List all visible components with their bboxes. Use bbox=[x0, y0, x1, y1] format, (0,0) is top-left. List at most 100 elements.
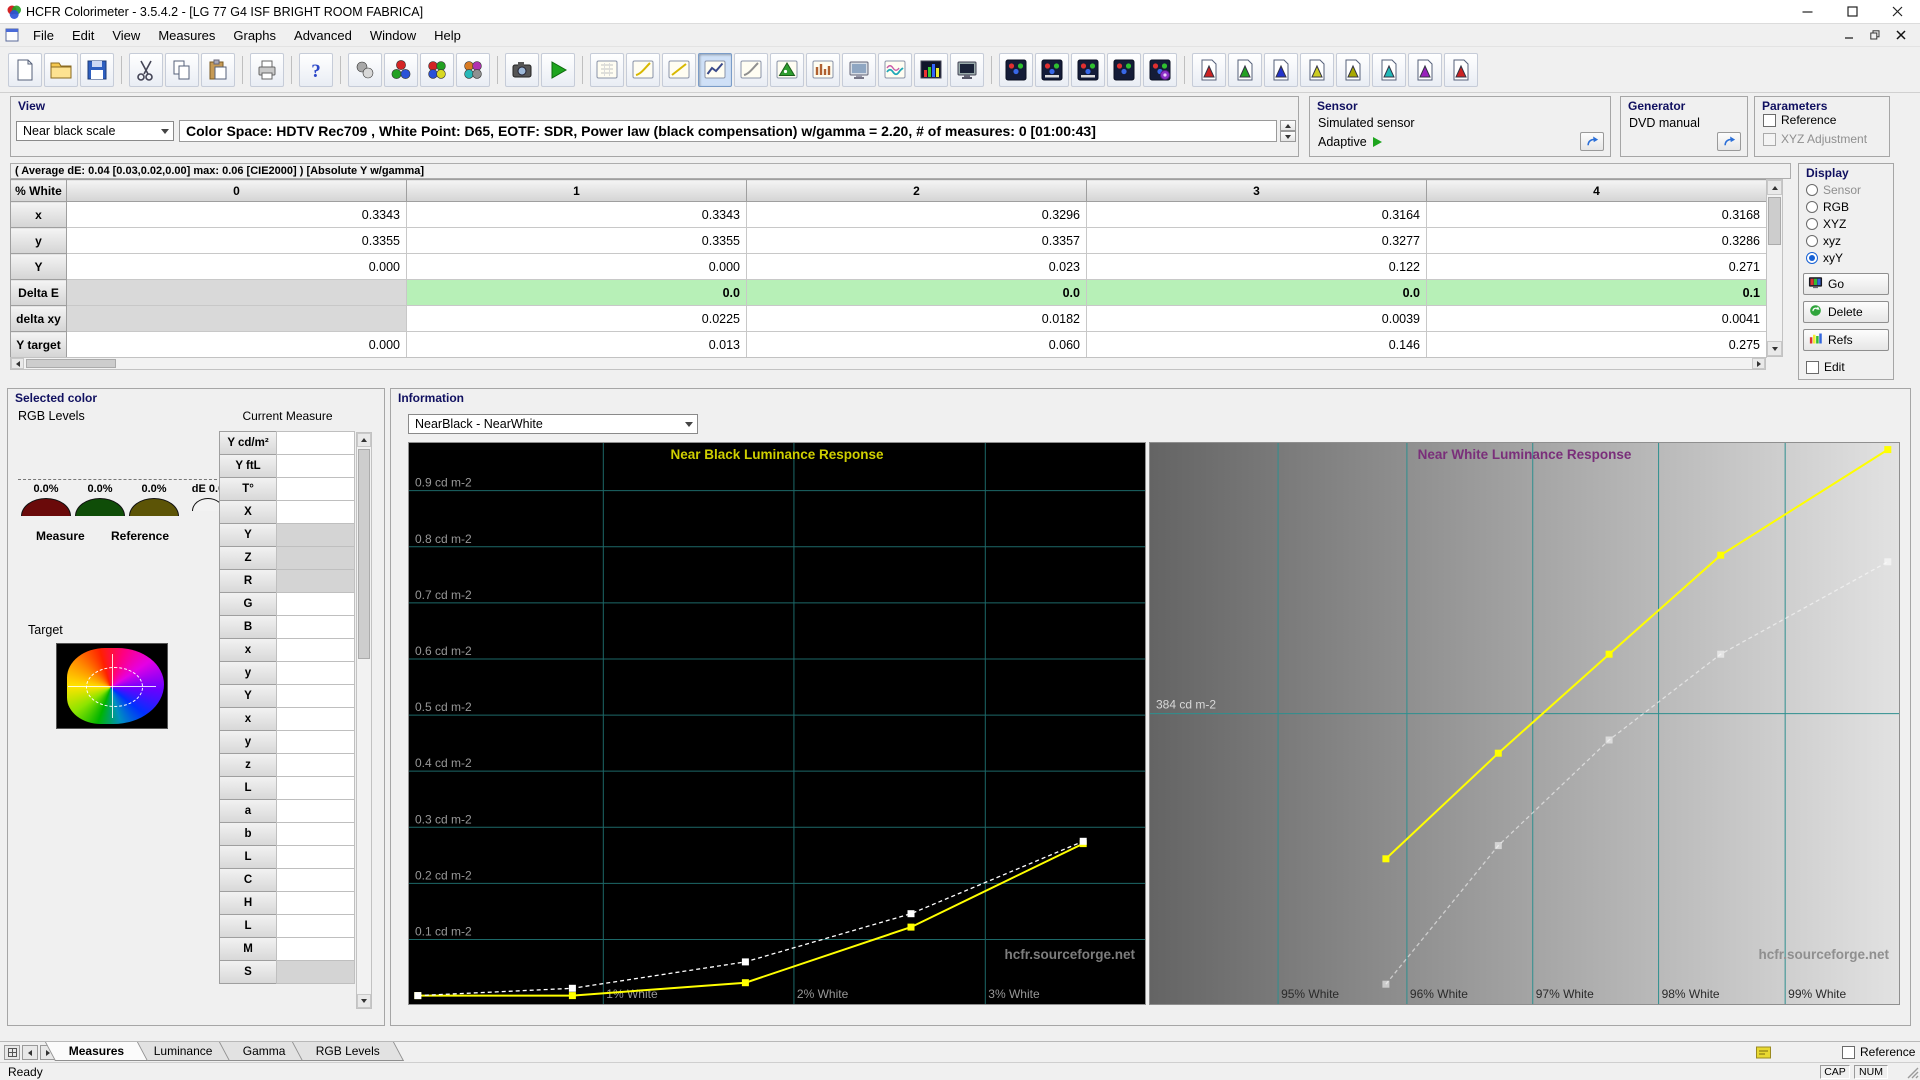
mdi-minimize-button[interactable] bbox=[1836, 25, 1862, 45]
display-radio-rgb[interactable]: RGB bbox=[1806, 200, 1861, 213]
measure-cell[interactable]: 0.3343 bbox=[407, 202, 747, 228]
open-file-icon[interactable] bbox=[44, 53, 78, 87]
display-radio-xyy[interactable]: xyY bbox=[1806, 251, 1861, 264]
refs-button[interactable]: Refs bbox=[1803, 329, 1889, 351]
crt-view-icon[interactable] bbox=[842, 53, 876, 87]
cie-diagram-view-icon[interactable] bbox=[770, 53, 804, 87]
maximize-button[interactable] bbox=[1830, 0, 1875, 24]
menu-measures[interactable]: Measures bbox=[149, 24, 224, 47]
mdi-restore-button[interactable] bbox=[1862, 25, 1888, 45]
measure-cell[interactable]: 0.3168 bbox=[1427, 202, 1767, 228]
scroll-left-button[interactable] bbox=[11, 358, 24, 369]
cut-icon[interactable] bbox=[129, 53, 163, 87]
measure-cell[interactable]: 0.3164 bbox=[1087, 202, 1427, 228]
column-header[interactable]: 1 bbox=[407, 180, 747, 202]
scroll-right-button[interactable] bbox=[1752, 358, 1765, 369]
scroll-thumb[interactable] bbox=[358, 449, 370, 659]
display-radio-sensor[interactable]: Sensor bbox=[1806, 183, 1861, 196]
edit-checkbox[interactable] bbox=[1806, 361, 1819, 374]
sensor-config-button[interactable] bbox=[1580, 132, 1604, 151]
measure-cell[interactable]: 0.3296 bbox=[747, 202, 1087, 228]
palette-icon[interactable] bbox=[1756, 1045, 1771, 1060]
measure-cell[interactable]: 0.122 bbox=[1087, 254, 1427, 280]
temperature-view-icon[interactable] bbox=[806, 53, 840, 87]
measure-cell[interactable]: 0.0 bbox=[407, 280, 747, 306]
previous-tab-button[interactable] bbox=[22, 1045, 38, 1060]
measure-blue-icon[interactable] bbox=[1264, 53, 1298, 87]
scale-select[interactable]: Near black scale bbox=[16, 121, 174, 141]
print-icon[interactable] bbox=[250, 53, 284, 87]
menu-advanced[interactable]: Advanced bbox=[285, 24, 361, 47]
column-header[interactable]: 0 bbox=[67, 180, 407, 202]
minimize-button[interactable] bbox=[1785, 0, 1830, 24]
measure-cell[interactable]: 0.0041 bbox=[1427, 306, 1767, 332]
rgb-tracking-view-icon[interactable] bbox=[878, 53, 912, 87]
tab-measures[interactable]: Measures bbox=[45, 1042, 148, 1061]
display-radio-xyz[interactable]: XYZ bbox=[1806, 217, 1861, 230]
nearblack-nearwhite-view-icon[interactable] bbox=[698, 53, 732, 87]
measure-cell[interactable]: 0.0182 bbox=[747, 306, 1087, 332]
measure-cell[interactable]: 0.023 bbox=[747, 254, 1087, 280]
measure-all-icon[interactable] bbox=[1143, 53, 1177, 87]
free-monitor-view-icon[interactable] bbox=[950, 53, 984, 87]
measure-cell[interactable]: 0.3355 bbox=[407, 228, 747, 254]
luminance-scale-view-icon[interactable] bbox=[626, 53, 660, 87]
measure-cell[interactable]: 0.0039 bbox=[1087, 306, 1427, 332]
saturations-measures-icon[interactable] bbox=[456, 53, 490, 87]
measure-nearblack-icon[interactable] bbox=[1035, 53, 1069, 87]
go-button[interactable]: Go bbox=[1803, 273, 1889, 295]
menu-file[interactable]: File bbox=[24, 24, 63, 47]
table-horizontal-scrollbar[interactable] bbox=[10, 357, 1766, 370]
copy-icon[interactable] bbox=[165, 53, 199, 87]
spin-down-button[interactable] bbox=[1280, 131, 1296, 142]
primaries-measures-icon[interactable] bbox=[420, 53, 454, 87]
measures-grid-view-icon[interactable] bbox=[590, 53, 624, 87]
resize-grip[interactable] bbox=[1906, 1066, 1919, 1079]
measure-cell[interactable]: 0.3286 bbox=[1427, 228, 1767, 254]
column-header[interactable]: 3 bbox=[1087, 180, 1427, 202]
paste-icon[interactable] bbox=[201, 53, 235, 87]
table-vertical-scrollbar[interactable] bbox=[1766, 179, 1783, 357]
scroll-down-button[interactable] bbox=[357, 994, 371, 1008]
measure-red-icon[interactable] bbox=[1192, 53, 1226, 87]
measure-cell[interactable] bbox=[67, 306, 407, 332]
measure-cell[interactable] bbox=[67, 280, 407, 306]
measure-cell[interactable]: 0.000 bbox=[407, 254, 747, 280]
tab-rgb-levels[interactable]: RGB Levels bbox=[292, 1042, 404, 1061]
measure-cell[interactable]: 0.0225 bbox=[407, 306, 747, 332]
reference-checkbox[interactable] bbox=[1763, 114, 1776, 127]
measure-cell[interactable]: 0.013 bbox=[407, 332, 747, 358]
measure-cell[interactable]: 0.271 bbox=[1427, 254, 1767, 280]
run-measures-icon[interactable] bbox=[541, 53, 575, 87]
measure-grayscale-icon[interactable] bbox=[999, 53, 1033, 87]
measure-cell[interactable]: 0.1 bbox=[1427, 280, 1767, 306]
measure-cell[interactable]: 0.3343 bbox=[67, 202, 407, 228]
measure-green-icon[interactable] bbox=[1228, 53, 1262, 87]
scroll-down-button[interactable] bbox=[1767, 341, 1782, 356]
scroll-up-button[interactable] bbox=[1767, 180, 1782, 195]
information-view-select[interactable]: NearBlack - NearWhite bbox=[408, 414, 698, 434]
menu-help[interactable]: Help bbox=[425, 24, 470, 47]
reference-checkbox[interactable] bbox=[1842, 1046, 1855, 1059]
measure-cyan-icon[interactable] bbox=[1372, 53, 1406, 87]
snapshot-icon[interactable] bbox=[505, 53, 539, 87]
tab-list-button[interactable] bbox=[4, 1045, 20, 1060]
measure-cell[interactable]: 0.000 bbox=[67, 332, 407, 358]
measure-nearwhite-icon[interactable] bbox=[1071, 53, 1105, 87]
grayscale-measures-icon[interactable] bbox=[384, 53, 418, 87]
measure-cell[interactable]: 0.3355 bbox=[67, 228, 407, 254]
measure-cell[interactable]: 0.060 bbox=[747, 332, 1087, 358]
mdi-close-button[interactable] bbox=[1888, 25, 1914, 45]
menu-window[interactable]: Window bbox=[361, 24, 425, 47]
measure-cell[interactable]: 0.3357 bbox=[747, 228, 1087, 254]
measure-cell[interactable]: 0.000 bbox=[67, 254, 407, 280]
scroll-thumb[interactable] bbox=[1768, 197, 1781, 245]
scroll-thumb[interactable] bbox=[26, 359, 116, 368]
free-measures-icon[interactable] bbox=[348, 53, 382, 87]
menu-graphs[interactable]: Graphs bbox=[224, 24, 285, 47]
luminance-view-icon[interactable] bbox=[734, 53, 768, 87]
measure-cell[interactable]: 0.0 bbox=[747, 280, 1087, 306]
measure-crimson-icon[interactable] bbox=[1444, 53, 1478, 87]
column-header[interactable]: 2 bbox=[747, 180, 1087, 202]
menu-edit[interactable]: Edit bbox=[63, 24, 103, 47]
